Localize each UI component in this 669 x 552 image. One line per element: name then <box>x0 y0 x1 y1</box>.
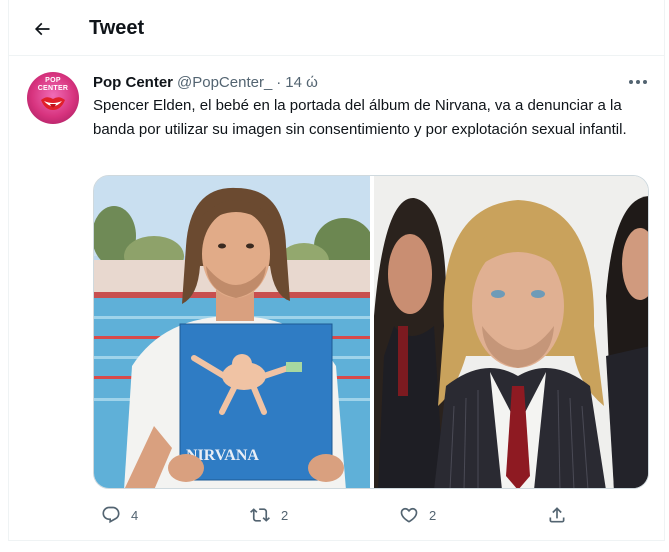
avatar-text: POP CENTER <box>37 77 69 92</box>
back-button[interactable] <box>25 12 59 46</box>
arrow-left-icon <box>34 22 50 36</box>
like-count: 2 <box>429 507 437 523</box>
retweet-count: 2 <box>281 507 289 523</box>
tweet-text: Spencer Elden, el bebé en la portada del… <box>93 97 627 138</box>
tweet-detail-column: Tweet POP CENTER Pop Center @PopCenter_ … <box>8 0 665 540</box>
author-handle[interactable]: @PopCenter_ <box>177 74 272 91</box>
right-photo[interactable] <box>374 176 649 489</box>
tweet-meta: Pop Center @PopCenter_ · 14 ώ <box>93 72 318 92</box>
reply-count: 4 <box>131 507 139 523</box>
author-name[interactable]: Pop Center <box>93 74 173 91</box>
tweet-timestamp[interactable]: 14 ώ <box>285 74 318 91</box>
tweet-media[interactable]: NIRVANA <box>93 175 649 489</box>
lips-logo-icon <box>41 97 65 110</box>
reply-icon <box>102 506 120 524</box>
media-photos: NIRVANA <box>94 176 649 489</box>
heart-icon <box>400 507 418 523</box>
meta-separator: · <box>276 73 282 91</box>
reply-button[interactable]: 4 <box>101 502 138 528</box>
more-horizontal-icon <box>629 80 647 84</box>
page-header: Tweet <box>9 0 664 56</box>
retweet-icon <box>250 508 270 522</box>
left-photo[interactable]: NIRVANA <box>94 176 374 489</box>
share-icon <box>549 507 565 523</box>
retweet-button[interactable]: 2 <box>249 502 288 528</box>
divider <box>8 540 665 541</box>
page-title: Tweet <box>89 17 145 39</box>
share-button[interactable] <box>547 502 567 528</box>
more-options-button[interactable] <box>625 72 651 92</box>
tweet-actions: 4 2 2 <box>93 502 573 528</box>
avatar[interactable]: POP CENTER <box>27 72 79 124</box>
like-button[interactable]: 2 <box>399 502 436 528</box>
